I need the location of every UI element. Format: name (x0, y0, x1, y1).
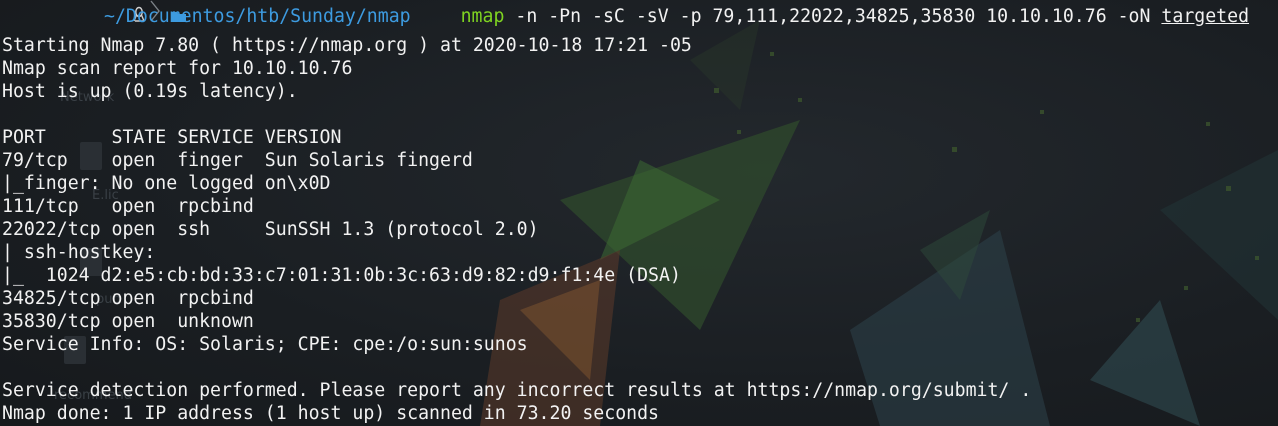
output-line: Service Info: OS: Solaris; CPE: cpe:/o:s… (2, 334, 528, 355)
output-line: |_ 1024 d2:e5:cb:bd:33:c7:01:31:0b:3c:63… (2, 265, 681, 286)
output-line: |_finger: No one logged on\x0D (2, 173, 331, 194)
output-line: Nmap scan report for 10.10.10.76 (2, 58, 353, 79)
current-path: ~/Documentos/htb/Sunday/nmap (104, 6, 411, 27)
terminal-window[interactable]: Network E.lic pub recommend ~/Documentos… (0, 0, 1278, 426)
output-line: 35830/tcp open unknown (2, 311, 254, 332)
output-file-arg: targeted (1161, 6, 1250, 27)
output-line: 111/tcp open rpcbind (2, 196, 254, 217)
command-args: -n -Pn -sC -sV -p 79,111,22022,34825,358… (504, 6, 1162, 27)
output-line: Host is up (0.19s latency). (2, 81, 298, 102)
output-line: 79/tcp open finger Sun Solaris fingerd (2, 150, 473, 171)
output-line: 34825/tcp open rpcbind (2, 288, 254, 309)
command-name: nmap (460, 6, 505, 27)
output-line: | ssh-hostkey: (2, 242, 167, 263)
output-line: Nmap done: 1 IP address (1 host up) scan… (2, 403, 659, 424)
output-line: Service detection performed. Please repo… (2, 380, 1032, 401)
output-line: 22022/tcp open ssh SunSSH 1.3 (protocol … (2, 219, 539, 240)
output-line: Starting Nmap 7.80 ( https://nmap.org ) … (2, 35, 692, 56)
terminal-content: ~/Documentos/htb/Sunday/nmap nmap -n -Pn… (0, 0, 1278, 425)
output-line: PORT STATE SERVICE VERSION (2, 127, 342, 148)
command-prompt[interactable]: ~/Documentos/htb/Sunday/nmap nmap -n -Pn… (2, 0, 1278, 34)
command-output: Starting Nmap 7.80 ( https://nmap.org ) … (2, 34, 1278, 425)
